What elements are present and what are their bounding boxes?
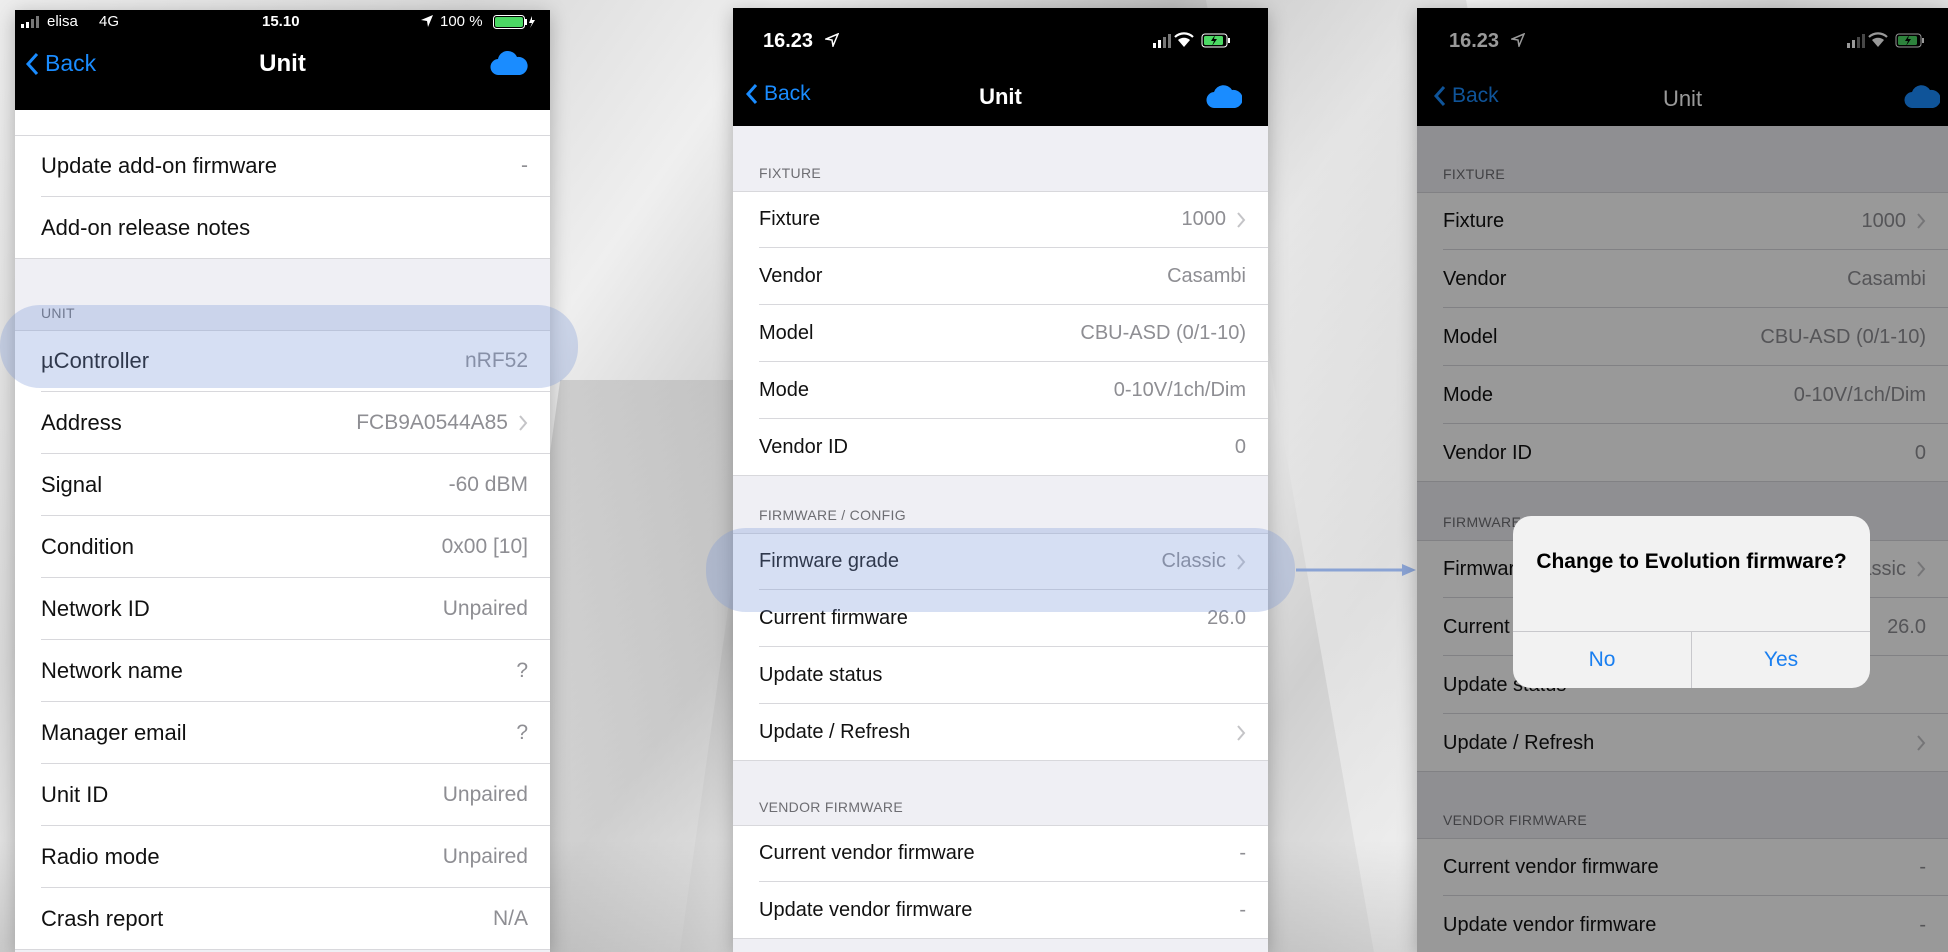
battery-percent: 100 %: [440, 13, 483, 30]
alert-no-button[interactable]: No: [1513, 632, 1691, 688]
phone-screen-firmware-dialog: 16.23 Back Unit FIXTURE Fixture 1000 Ven…: [1417, 8, 1948, 952]
location-arrow-icon: [825, 33, 839, 47]
network-type: 4G: [99, 13, 120, 30]
signal-bars-icon: [21, 15, 43, 32]
settings-list: Update add-on firmware - Add-on release …: [15, 110, 550, 950]
phone-screen-unit-details: elisa 4G 15.10 100 % Back Unit Update ad…: [15, 10, 550, 952]
list-row-current-vendor-firmware[interactable]: Current vendor firmware -: [733, 825, 1268, 882]
phone-screen-unit-firmware: 16.23 Back Unit FIXTURE Fixture 1000 Ven…: [733, 8, 1268, 952]
cloud-icon[interactable]: [490, 50, 528, 76]
list-row-update-refresh[interactable]: Update / Refresh: [733, 704, 1268, 761]
list-row-update-status[interactable]: Update status: [733, 647, 1268, 704]
list-row-vendor-id[interactable]: Vendor ID 0: [733, 419, 1268, 476]
list-row-microcontroller[interactable]: µController nRF52: [15, 330, 550, 392]
status-time: 16.23: [763, 30, 814, 52]
section-header-firmware-config: FIRMWARE / CONFIG: [733, 476, 1268, 533]
navigation-bar: Back Unit: [733, 72, 1268, 126]
list-row-address[interactable]: Address FCB9A0544A85: [15, 392, 550, 454]
list-row-fixture[interactable]: Fixture 1000: [733, 191, 1268, 248]
status-bar: elisa 4G 15.10 100 %: [15, 10, 550, 36]
list-row-unit-id[interactable]: Unit ID Unpaired: [15, 764, 550, 826]
cloud-icon[interactable]: [1206, 84, 1242, 109]
list-row-update-addon-firmware[interactable]: Update add-on firmware -: [15, 135, 550, 197]
list-row-current-firmware[interactable]: Current firmware 26.0: [733, 590, 1268, 647]
list-row-condition[interactable]: Condition 0x00 [10]: [15, 516, 550, 578]
chevron-right-icon: [1237, 724, 1246, 741]
list-row-network-name[interactable]: Network name ?: [15, 640, 550, 702]
list-row-network-id[interactable]: Network ID Unpaired: [15, 578, 550, 640]
chevron-right-icon: [1237, 211, 1246, 228]
list-row-update-vendor-firmware[interactable]: Update vendor firmware -: [733, 882, 1268, 939]
list-row-model[interactable]: Model CBU-ASD (0/1-10): [733, 305, 1268, 362]
list-row-firmware-grade[interactable]: Firmware grade Classic: [733, 533, 1268, 590]
list-row-mode[interactable]: Mode 0-10V/1ch/Dim: [733, 362, 1268, 419]
list-row-addon-release-notes[interactable]: Add-on release notes: [15, 197, 550, 259]
list-row-manager-email[interactable]: Manager email ?: [15, 702, 550, 764]
nav-title: Unit: [979, 84, 1022, 109]
carrier-name: elisa: [47, 13, 78, 30]
firmware-change-alert: Change to Evolution firmware? No Yes: [1513, 516, 1870, 688]
section-header-fixture: FIXTURE: [733, 126, 1268, 191]
modal-dim-overlay: [1417, 8, 1948, 952]
settings-list: FIXTURE Fixture 1000 Vendor Casambi Mode…: [733, 126, 1268, 939]
status-icons: [1153, 32, 1230, 48]
nav-title: Unit: [259, 50, 306, 77]
battery-icon: [493, 15, 537, 33]
list-row-crash-report[interactable]: Crash report N/A: [15, 888, 550, 950]
section-header-vendor-firmware: VENDOR FIRMWARE: [733, 761, 1268, 825]
arrow-right-icon: [1296, 564, 1416, 576]
list-row-signal[interactable]: Signal -60 dBM: [15, 454, 550, 516]
chevron-right-icon: [519, 415, 528, 431]
status-bar: 16.23: [733, 8, 1268, 72]
list-row-vendor[interactable]: Vendor Casambi: [733, 248, 1268, 305]
chevron-right-icon: [1237, 553, 1246, 570]
navigation-bar: Back Unit: [15, 36, 550, 110]
location-arrow-icon: [420, 14, 434, 32]
alert-title: Change to Evolution firmware?: [1536, 550, 1847, 573]
list-row-radio-mode[interactable]: Radio mode Unpaired: [15, 826, 550, 888]
section-header-unit: UNIT: [15, 259, 550, 330]
alert-yes-button[interactable]: Yes: [1692, 632, 1870, 688]
status-time: 15.10: [262, 13, 300, 30]
